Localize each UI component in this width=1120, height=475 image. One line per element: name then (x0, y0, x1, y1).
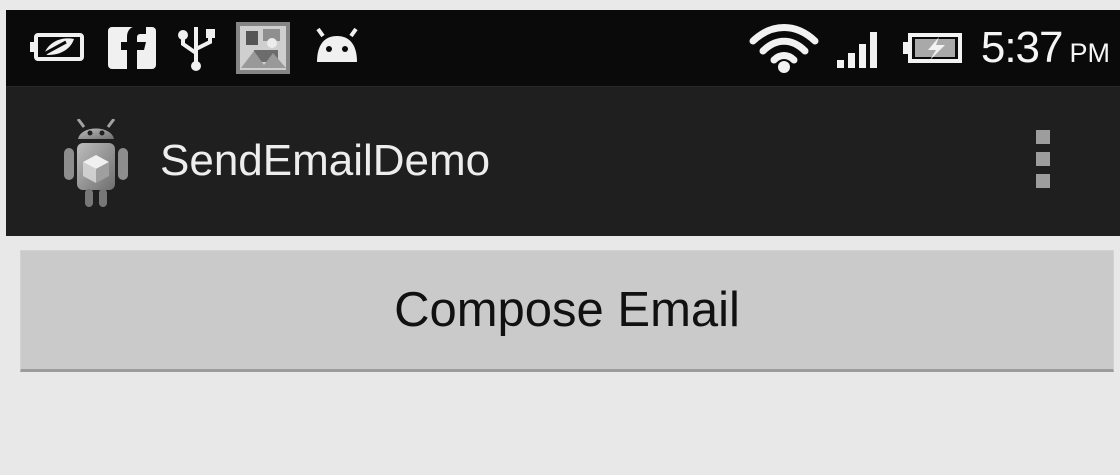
compose-email-button[interactable]: Compose Email (20, 250, 1114, 372)
overflow-dot (1036, 152, 1050, 166)
battery-saver-icon (30, 30, 88, 66)
status-bar: 5:37 PM (6, 10, 1120, 86)
android-icon (308, 28, 366, 68)
action-bar: SendEmailDemo (6, 86, 1120, 236)
app-title: SendEmailDemo (160, 136, 491, 185)
phone-screen: 5:37 PM SendEmailDemo Compose Email (0, 0, 1120, 475)
status-clock: 5:37 PM (981, 23, 1110, 73)
main-content: Compose Email (0, 236, 1120, 475)
android-app-icon[interactable] (56, 118, 136, 209)
battery-charging-icon (901, 28, 965, 68)
wifi-icon (747, 23, 821, 73)
photo-thumbnail-icon (236, 22, 290, 74)
status-left-icons (30, 22, 366, 74)
status-right-indicators: 5:37 PM (747, 20, 1110, 76)
overflow-menu-icon[interactable] (1031, 130, 1055, 202)
overflow-dot (1036, 174, 1050, 188)
clock-time: 5:37 (980, 23, 1064, 72)
facebook-icon (106, 25, 158, 71)
overflow-dot (1036, 130, 1050, 144)
usb-icon (176, 25, 218, 71)
clock-ampm: PM (1069, 38, 1111, 68)
signal-icon (836, 26, 885, 70)
